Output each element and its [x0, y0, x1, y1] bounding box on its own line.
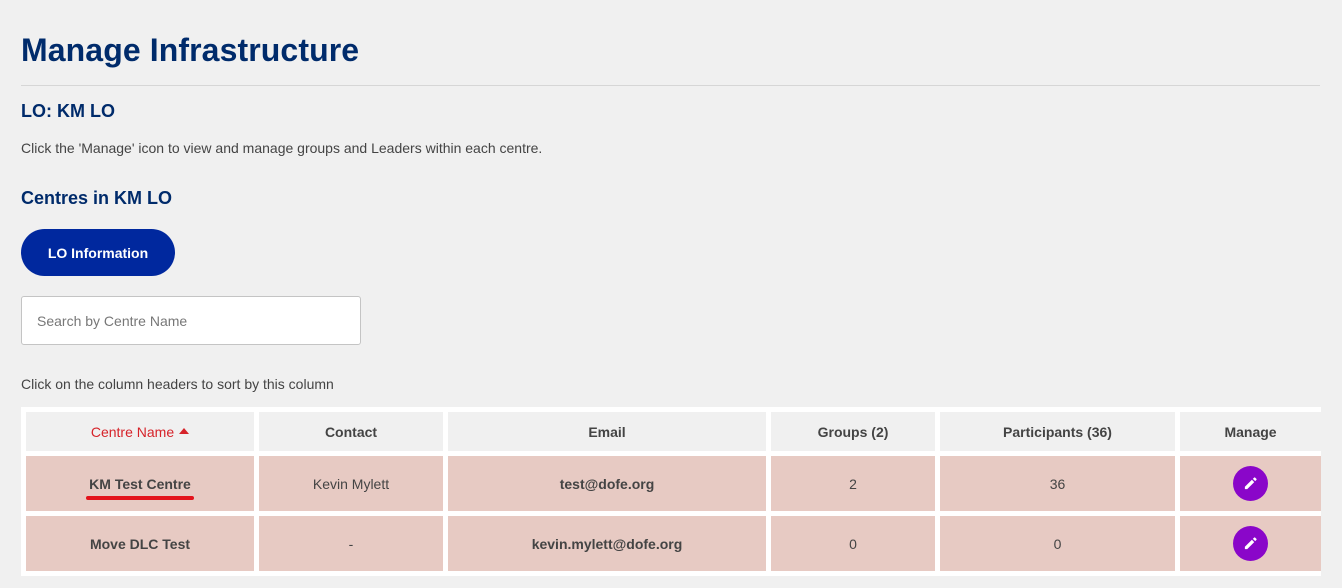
page-title: Manage Infrastructure	[21, 32, 360, 68]
column-header-label: Participants (36)	[1003, 423, 1112, 440]
cell-groups: 2	[771, 456, 935, 511]
column-header-label: Groups (2)	[817, 423, 889, 440]
centre-name-link[interactable]: Move DLC Test	[90, 536, 190, 552]
highlight-underline	[86, 495, 194, 500]
manage-centre-button[interactable]	[1233, 526, 1268, 561]
column-header-groups[interactable]: Groups (2)	[771, 412, 935, 451]
column-header-label: Contact	[324, 423, 378, 440]
column-header-label: Email	[588, 423, 626, 440]
pencil-icon	[1244, 477, 1257, 490]
cell-participants: 0	[940, 516, 1175, 571]
centre-name-link[interactable]: KM Test Centre	[86, 475, 194, 500]
search-centre-input[interactable]	[21, 296, 361, 345]
cell-manage	[1180, 516, 1321, 571]
manage-centre-button[interactable]	[1233, 466, 1268, 501]
lo-heading: LO: KM LO	[21, 101, 115, 121]
sort-hint-text: Click on the column headers to sort by t…	[21, 376, 334, 392]
table-row: KM Test Centre Kevin Mylett test@dofe.or…	[26, 456, 1321, 511]
instructions-text: Click the 'Manage' icon to view and mana…	[21, 140, 543, 156]
cell-email: kevin.mylett@dofe.org	[448, 516, 766, 571]
column-header-manage: Manage	[1180, 412, 1321, 451]
cell-contact: Kevin Mylett	[259, 456, 443, 511]
column-header-participants[interactable]: Participants (36)	[940, 412, 1175, 451]
table-row: Move DLC Test - kevin.mylett@dofe.org 0 …	[26, 516, 1321, 571]
manage-infrastructure-page: Manage Infrastructure LO: KM LO Click th…	[0, 0, 1342, 588]
column-header-label: Manage	[1224, 423, 1277, 440]
cell-centre-name: KM Test Centre	[26, 456, 254, 511]
cell-email: test@dofe.org	[448, 456, 766, 511]
column-header-email[interactable]: Email	[448, 412, 766, 451]
title-divider	[21, 85, 1320, 86]
cell-centre-name: Move DLC Test	[26, 516, 254, 571]
centres-table: Centre Name Contact Email Groups (2) Par…	[21, 407, 1326, 576]
sort-ascending-icon	[179, 427, 190, 434]
pencil-icon	[1244, 537, 1257, 550]
centres-heading: Centres in KM LO	[21, 188, 173, 208]
cell-participants: 36	[940, 456, 1175, 511]
column-header-label: Centre Name	[90, 423, 175, 440]
table-header-row: Centre Name Contact Email Groups (2) Par…	[26, 412, 1321, 451]
centre-name-text: Move DLC Test	[89, 535, 191, 552]
cell-contact: -	[259, 516, 443, 571]
column-header-contact[interactable]: Contact	[259, 412, 443, 451]
centres-table-container: Centre Name Contact Email Groups (2) Par…	[21, 407, 1321, 576]
lo-information-button[interactable]: LO Information	[21, 229, 175, 276]
cell-manage	[1180, 456, 1321, 511]
column-header-centre-name[interactable]: Centre Name	[26, 412, 254, 451]
cell-groups: 0	[771, 516, 935, 571]
centre-name-text: KM Test Centre	[89, 475, 191, 492]
